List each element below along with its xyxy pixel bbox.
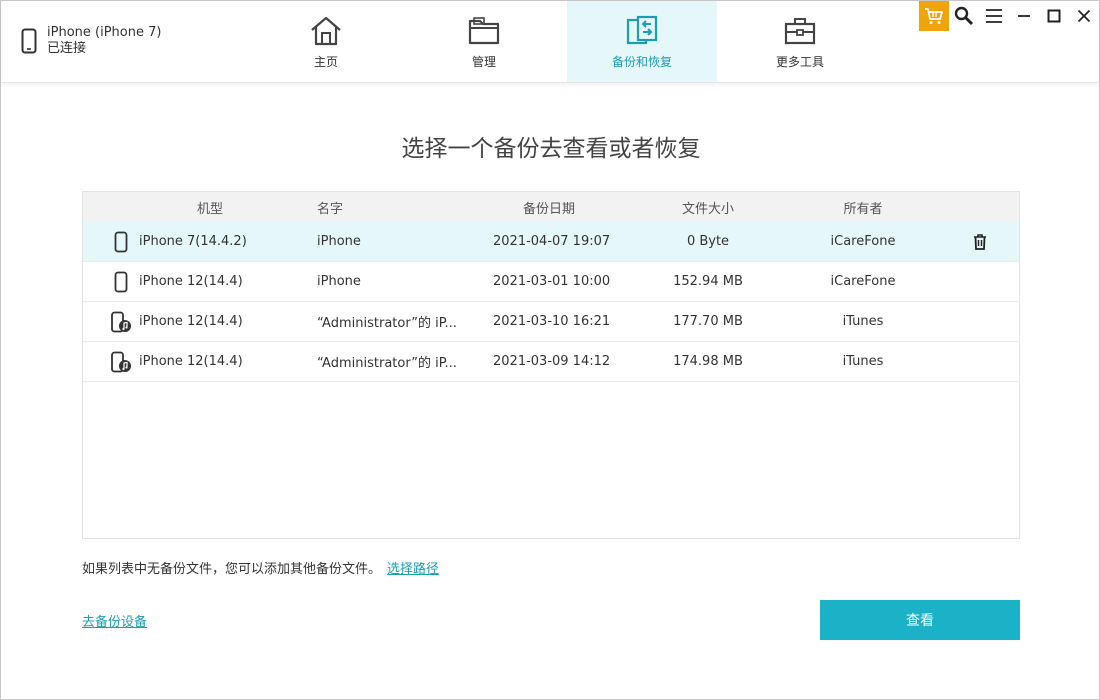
table-row[interactable]: iPhone 12(14.4) “Administrator”的 iP... 2… <box>83 342 1019 382</box>
cell-date: 2021-03-09 14:12 <box>493 354 611 369</box>
table-row[interactable]: iPhone 7(14.4.2) iPhone 2021-04-07 19:07… <box>83 222 1019 262</box>
cell-size: 177.70 MB <box>673 314 743 329</box>
tab-manage-label: 管理 <box>471 55 496 69</box>
phone-icon <box>21 28 37 54</box>
no-backup-hint: 如果列表中无备份文件，您可以添加其他备份文件。 选择路径 <box>82 558 439 577</box>
phone-itunes-icon <box>109 342 133 381</box>
close-icon <box>1077 9 1091 23</box>
backup-restore-icon <box>626 15 658 45</box>
menu-button[interactable] <box>979 1 1009 31</box>
window-controls <box>919 1 1099 33</box>
header-model: 机型 <box>197 201 224 217</box>
header-name: 名字 <box>317 201 344 217</box>
home-icon <box>311 16 341 46</box>
delete-button[interactable] <box>969 222 991 261</box>
main-nav: 主页 管理 备份和恢复 更多工具 <box>251 1 875 82</box>
cell-model: iPhone 7(14.4.2) <box>139 234 247 249</box>
table-row[interactable]: iPhone 12(14.4) “Administrator”的 iP... 2… <box>83 302 1019 342</box>
minimize-button[interactable] <box>1009 1 1039 31</box>
cell-name: “Administrator”的 iP... <box>317 356 457 371</box>
phone-icon <box>109 222 133 261</box>
top-bar: iPhone (iPhone 7) 已连接 主页 管理 备份和恢复 更多工具 <box>1 1 1099 83</box>
cell-name: “Administrator”的 iP... <box>317 316 457 331</box>
cell-date: 2021-03-10 16:21 <box>493 314 611 329</box>
tab-home[interactable]: 主页 <box>251 1 401 82</box>
cell-model: iPhone 12(14.4) <box>139 354 243 369</box>
device-status: 已连接 <box>47 41 87 56</box>
table-row[interactable]: iPhone 12(14.4) iPhone 2021-03-01 10:00 … <box>83 262 1019 302</box>
page-title: 选择一个备份去查看或者恢复 <box>401 136 701 162</box>
phone-icon <box>109 262 133 301</box>
tab-more-tools[interactable]: 更多工具 <box>725 1 875 82</box>
go-backup-link[interactable]: 去备份设备 <box>82 611 147 630</box>
header-size: 文件大小 <box>681 201 734 217</box>
header-owner: 所有者 <box>843 201 883 217</box>
minimize-icon <box>1018 15 1030 17</box>
cell-owner: iCareFone <box>830 234 896 249</box>
folder-icon <box>468 17 500 45</box>
table-header: 机型 名字 备份日期 文件大小 所有者 <box>83 192 1019 222</box>
menu-icon <box>986 9 1002 23</box>
cell-model: iPhone 12(14.4) <box>139 314 243 329</box>
cell-owner: iCareFone <box>830 274 896 289</box>
cart-icon <box>925 8 943 24</box>
cell-name: iPhone <box>317 234 361 249</box>
maximize-button[interactable] <box>1039 1 1069 31</box>
cell-owner: iTunes <box>842 314 884 329</box>
header-date: 备份日期 <box>523 201 576 217</box>
cart-button[interactable] <box>919 1 949 31</box>
tab-backup-restore-label: 备份和恢复 <box>611 55 672 69</box>
search-icon <box>954 6 974 26</box>
trash-icon <box>974 233 986 250</box>
tab-backup-restore[interactable]: 备份和恢复 <box>567 1 717 82</box>
search-button[interactable] <box>949 1 979 31</box>
toolbox-icon <box>784 18 816 45</box>
phone-itunes-icon <box>109 302 133 341</box>
cell-owner: iTunes <box>842 354 884 369</box>
tab-home-label: 主页 <box>313 55 338 69</box>
cell-name: iPhone <box>317 274 361 289</box>
app-window: iPhone (iPhone 7) 已连接 主页 管理 备份和恢复 更多工具 选… <box>0 0 1100 700</box>
cell-size: 174.98 MB <box>673 354 743 369</box>
tab-more-tools-label: 更多工具 <box>775 55 824 69</box>
close-button[interactable] <box>1069 1 1099 31</box>
hint-text: 如果列表中无备份文件，您可以添加其他备份文件。 <box>82 562 382 577</box>
cell-date: 2021-03-01 10:00 <box>493 274 611 289</box>
tab-manage[interactable]: 管理 <box>409 1 559 82</box>
cell-date: 2021-04-07 19:07 <box>493 234 611 249</box>
select-path-link[interactable]: 选择路径 <box>387 562 439 577</box>
device-name: iPhone (iPhone 7) <box>47 25 162 40</box>
backup-table: 机型 名字 备份日期 文件大小 所有者 iPhone 7(14.4.2) iPh… <box>82 191 1020 539</box>
view-button[interactable]: 查看 <box>820 600 1020 640</box>
cell-model: iPhone 12(14.4) <box>139 274 243 289</box>
device-info: iPhone (iPhone 7) 已连接 <box>21 21 161 61</box>
cell-size: 0 Byte <box>686 234 730 249</box>
cell-size: 152.94 MB <box>673 274 743 289</box>
maximize-icon <box>1047 9 1061 23</box>
